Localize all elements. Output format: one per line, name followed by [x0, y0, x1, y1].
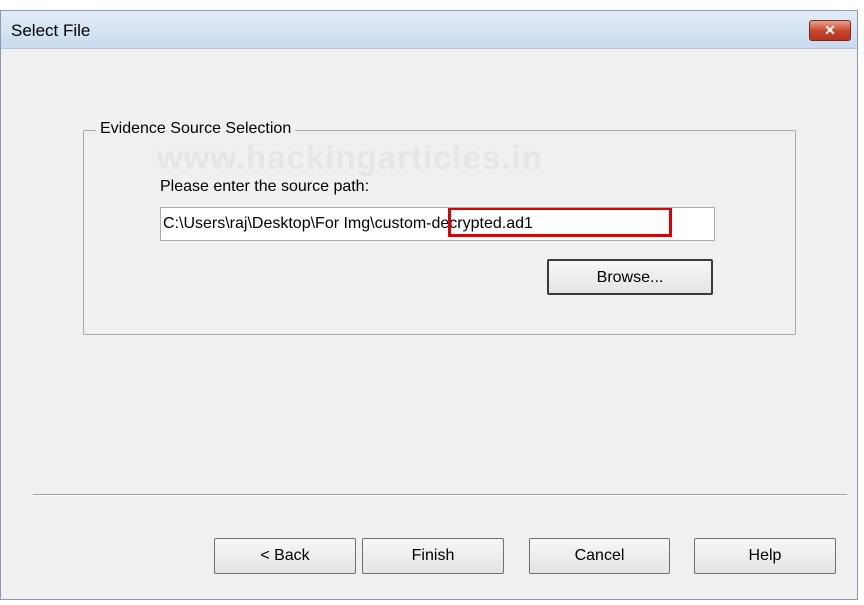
groupbox-legend: Evidence Source Selection	[96, 120, 296, 138]
close-icon: ✕	[824, 22, 836, 38]
cancel-button[interactable]: Cancel	[529, 538, 670, 574]
watermark-text: www.hackingarticles.in	[157, 139, 543, 176]
footer-separator	[33, 494, 847, 496]
source-path-label: Please enter the source path:	[160, 178, 370, 195]
window-title: Select File	[11, 21, 91, 40]
source-path-filename: \custom-decrypted.ad1	[370, 215, 533, 232]
finish-button[interactable]: Finish	[362, 538, 504, 574]
source-path-prefix: C:\Users\raj\Desktop\For Img	[163, 215, 371, 232]
source-path-input[interactable]: C:\Users\raj\Desktop\For Img\custom-decr…	[160, 207, 715, 241]
help-button[interactable]: Help	[694, 538, 836, 574]
title-bar[interactable]: Select File ✕	[1, 11, 857, 49]
select-file-dialog: Select File ✕ Evidence Source Selection …	[0, 10, 858, 600]
back-button[interactable]: < Back	[214, 538, 356, 574]
close-button[interactable]: ✕	[809, 20, 851, 41]
browse-button[interactable]: Browse...	[547, 259, 713, 295]
evidence-source-groupbox: Evidence Source Selection www.hackingart…	[83, 120, 796, 335]
